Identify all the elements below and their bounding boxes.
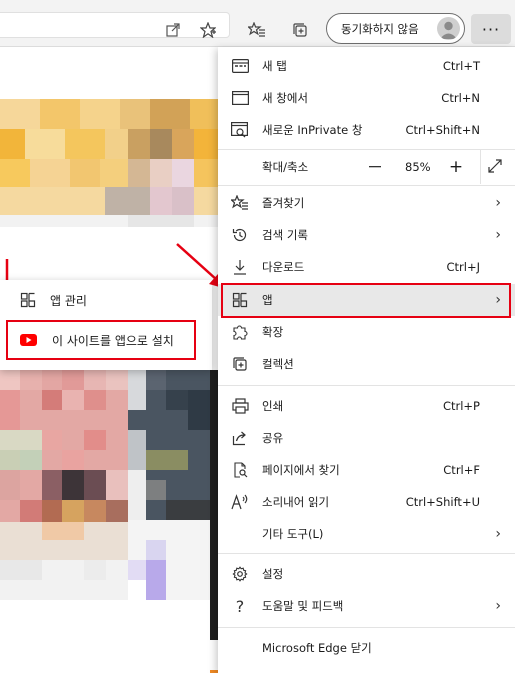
menu-item-inprivate[interactable]: 새로운 InPrivate 창 Ctrl+Shift+N — [218, 114, 515, 146]
inprivate-window-icon — [231, 121, 249, 139]
menu-item-label: 인쇄 — [262, 399, 284, 413]
fullscreen-icon[interactable] — [487, 158, 503, 174]
menu-item-more-tools[interactable]: 기타 도구(L) › — [218, 518, 515, 550]
help-question-icon: ? — [235, 596, 245, 616]
menu-item-label: 공유 — [262, 431, 284, 445]
zoom-level: 85% — [405, 160, 431, 174]
menu-item-new-window[interactable]: 새 창에서 Ctrl+N — [218, 82, 515, 114]
menu-item-help-feedback[interactable]: ? 도움말 및 피드백 › — [218, 590, 515, 622]
menu-item-shortcut: Ctrl+P — [442, 399, 480, 413]
menu-item-history[interactable]: 검색 기록 › — [218, 219, 515, 251]
menu-item-label: 기타 도구(L) — [262, 527, 324, 541]
sync-profile-button[interactable]: 동기화하지 않음 — [326, 13, 465, 44]
extensions-puzzle-icon — [231, 323, 249, 341]
manage-apps-label: 앱 관리 — [50, 293, 87, 308]
gear-icon — [231, 565, 249, 583]
apps-highlight-box — [221, 283, 511, 318]
menu-separator — [218, 385, 515, 386]
print-icon — [231, 397, 249, 415]
menu-item-read-aloud[interactable]: 소리내어 읽기 Ctrl+Shift+U — [218, 486, 515, 518]
menu-separator — [218, 185, 515, 186]
install-highlight-box — [6, 320, 196, 360]
menu-item-favorites[interactable]: 즐겨찾기 › — [218, 187, 515, 219]
chevron-right-icon: › — [495, 227, 501, 243]
menu-item-label: 페이지에서 찾기 — [262, 463, 340, 477]
more-label: ··· — [481, 19, 501, 39]
menu-item-find-on-page[interactable]: 페이지에서 찾기 Ctrl+F — [218, 454, 515, 486]
apps-grid-icon — [20, 292, 36, 308]
share-icon — [231, 429, 249, 447]
menu-item-new-tab[interactable]: 새 탭 Ctrl+T — [218, 50, 515, 82]
avatar — [437, 17, 460, 40]
menu-item-collections[interactable]: 컬렉션 — [218, 348, 515, 380]
new-window-icon — [231, 89, 249, 107]
menu-separator — [218, 553, 515, 554]
history-icon — [231, 226, 249, 244]
menu-item-label: Microsoft Edge 닫기 — [262, 641, 372, 655]
collections-icon — [231, 355, 249, 373]
add-favorite-star-icon[interactable] — [195, 17, 221, 43]
menu-item-label: 새 창에서 — [262, 91, 308, 105]
sync-label: 동기화하지 않음 — [341, 21, 419, 36]
browser-toolbar: 동기화하지 않음 ··· — [0, 0, 515, 47]
favorites-star-icon — [231, 194, 249, 212]
menu-item-label: 새 탭 — [262, 59, 287, 73]
zoom-label: 확대/축소 — [262, 160, 309, 174]
collections-icon[interactable] — [287, 17, 313, 43]
menu-item-shortcut: Ctrl+Shift+U — [405, 495, 480, 509]
menu-item-share[interactable]: 공유 — [218, 422, 515, 454]
download-icon — [231, 258, 249, 276]
menu-item-shortcut: Ctrl+T — [442, 59, 480, 73]
menu-item-label: 소리내어 읽기 — [262, 495, 330, 509]
menu-item-zoom: 확대/축소 85% + — [218, 150, 515, 184]
menu-item-label: 설정 — [262, 567, 284, 581]
menu-item-label: 컬렉션 — [262, 357, 294, 371]
menu-item-extensions[interactable]: 확장 — [218, 316, 515, 348]
settings-menu: 새 탭 Ctrl+T 새 창에서 Ctrl+N 새로운 InPrivate 창 … — [218, 47, 515, 673]
menu-item-shortcut: Ctrl+F — [443, 463, 480, 477]
find-on-page-icon — [231, 461, 249, 479]
menu-item-close-edge[interactable]: Microsoft Edge 닫기 — [218, 632, 515, 664]
open-in-app-icon[interactable] — [160, 17, 186, 43]
menu-item-label: 즐겨찾기 — [262, 196, 305, 210]
settings-and-more-button[interactable]: ··· — [471, 14, 511, 44]
chevron-right-icon: › — [495, 526, 501, 542]
menu-item-label: 다운로드 — [262, 260, 305, 274]
zoom-in-button[interactable]: + — [441, 152, 471, 182]
menu-item-label: 새로운 InPrivate 창 — [262, 123, 363, 137]
menu-item-shortcut: Ctrl+J — [446, 260, 481, 274]
chevron-right-icon: › — [495, 598, 501, 614]
menu-item-label: 확장 — [262, 325, 284, 339]
new-tab-icon — [231, 57, 249, 75]
menu-item-label: 도움말 및 피드백 — [262, 599, 344, 613]
menu-item-settings[interactable]: 설정 — [218, 558, 515, 590]
favorites-icon[interactable] — [244, 17, 270, 43]
menu-item-label: 검색 기록 — [262, 228, 308, 242]
menu-item-shortcut: Ctrl+N — [441, 91, 480, 105]
menu-item-shortcut: Ctrl+Shift+N — [405, 123, 480, 137]
menu-item-downloads[interactable]: 다운로드 Ctrl+J — [218, 251, 515, 283]
menu-item-print[interactable]: 인쇄 Ctrl+P — [218, 390, 515, 422]
zoom-divider — [480, 150, 481, 184]
chevron-right-icon: › — [495, 195, 501, 211]
read-aloud-icon — [231, 493, 249, 511]
menu-separator — [218, 627, 515, 628]
zoom-out-button[interactable] — [360, 152, 390, 182]
